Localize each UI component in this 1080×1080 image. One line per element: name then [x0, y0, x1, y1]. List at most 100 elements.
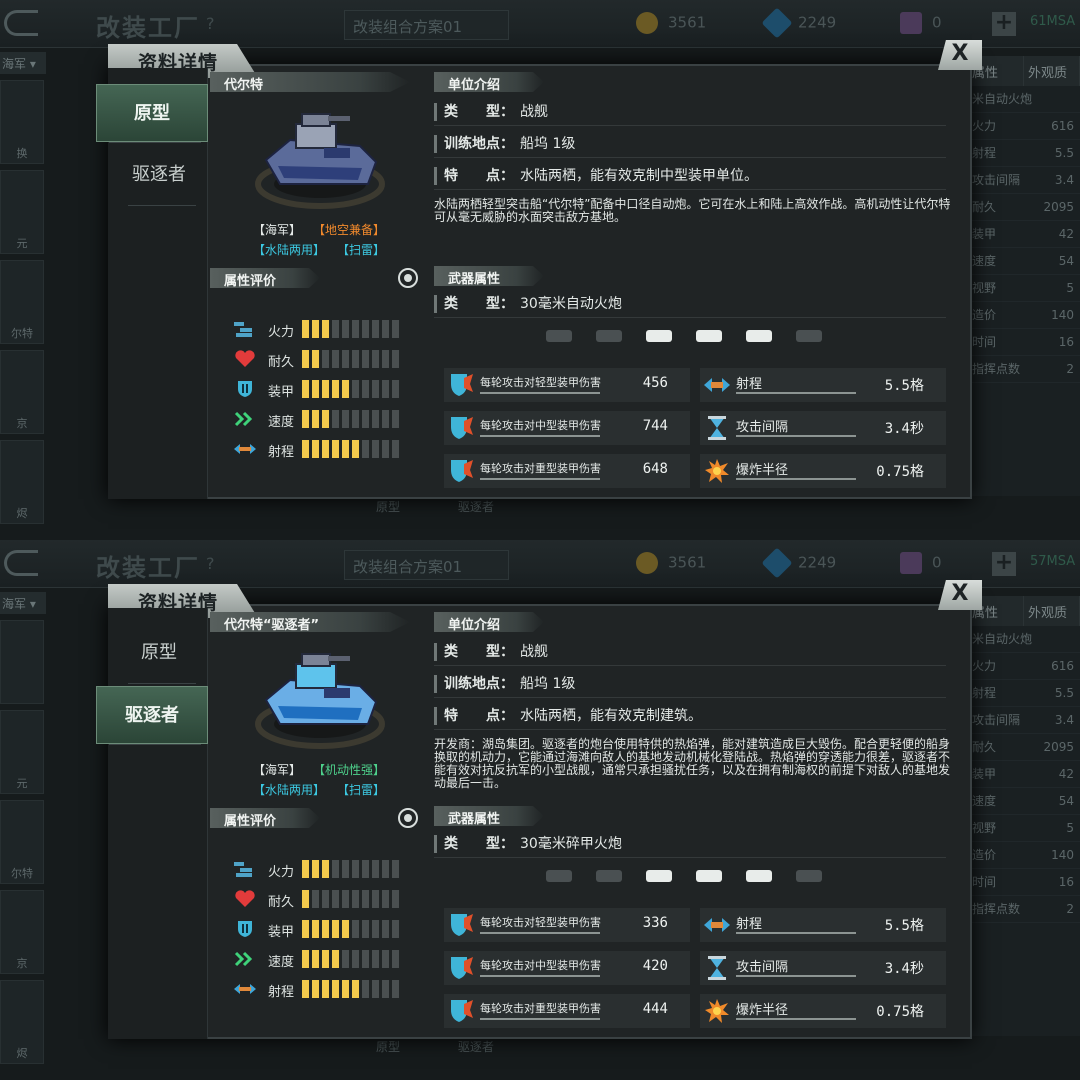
- page-title: 改装工厂: [96, 554, 200, 582]
- unit-list-item[interactable]: 元: [0, 710, 44, 794]
- card-icon: [900, 12, 922, 34]
- rating-bar-segment: [312, 380, 319, 398]
- helicopter-icon: [646, 870, 672, 882]
- close-button[interactable]: X: [938, 580, 982, 610]
- weapon-stat-value: 336: [642, 915, 668, 931]
- rating-bar-segment: [372, 860, 379, 878]
- shield-icon: [234, 380, 256, 398]
- back-icon[interactable]: [4, 10, 38, 36]
- rating-bar-segment: [342, 440, 349, 458]
- tab-destroyer[interactable]: 驱逐者: [116, 146, 202, 206]
- refresh-icon[interactable]: [398, 268, 418, 288]
- sidebar-stat-value: 54: [1058, 254, 1074, 268]
- rating-bar-segment: [362, 410, 369, 428]
- unit-list-item[interactable]: 尔特: [0, 260, 44, 344]
- scheme-selector[interactable]: 改装组合方案01: [344, 10, 509, 40]
- sidebar-stat-label: 装甲: [972, 227, 997, 241]
- rating-bar-segment: [322, 440, 329, 458]
- tab-appearance[interactable]: 外观质: [1024, 56, 1080, 86]
- stat-underline: [736, 392, 856, 394]
- intro-label: 类 型：: [444, 644, 514, 660]
- rating-bar-segment: [332, 950, 339, 968]
- rating-bar-segment: [342, 380, 349, 398]
- sidebar-stat-list: 米自动火炮 火力 616 射程 5.5 攻击间隔 3.4 耐久 2095 装甲 42 速度 54 视野 5 造…: [968, 626, 1080, 923]
- variant-tabs: 原型 驱逐者: [96, 608, 208, 1039]
- unit-list: 元尔特京烬: [0, 620, 44, 1080]
- top-bar: 改装工厂 ? 改装组合方案01 3561 2249 0 + 57MSA: [0, 540, 1080, 588]
- sidebar-stat-value: 16: [1058, 875, 1074, 889]
- rating-bar-segment: [382, 380, 389, 398]
- sidebar-stat-row: 造价 140: [968, 302, 1080, 329]
- scheme-selector[interactable]: 改装组合方案01: [344, 550, 509, 580]
- intro-row: 类 型： 战舰: [434, 638, 946, 666]
- faction-filter[interactable]: 海军 ▾: [0, 52, 46, 74]
- player-id: 57MSA: [1030, 554, 1076, 569]
- intro-value: 战舰: [520, 104, 548, 120]
- add-resource-button[interactable]: +: [992, 12, 1016, 36]
- rating-bar-segment: [392, 320, 399, 338]
- weapon-stat-name: 攻击间隔: [736, 420, 789, 435]
- sidebar-stat-value: 5.5: [1054, 686, 1074, 700]
- armor-damage-icon: [451, 374, 473, 396]
- rating-bar-segment: [382, 410, 389, 428]
- attr-header: 属性评价: [210, 808, 320, 828]
- intro-value: 水陆两栖，能有效克制中型装甲单位。: [520, 168, 758, 184]
- rating-bar-segment: [302, 950, 309, 968]
- unit-list-item[interactable]: 烬: [0, 980, 44, 1064]
- rating-bar: [302, 920, 399, 938]
- unit-list-item[interactable]: 京: [0, 350, 44, 434]
- stat-underline: [480, 1018, 600, 1020]
- tab-prototype[interactable]: 原型: [116, 624, 202, 684]
- gem-value: 2249: [798, 553, 837, 572]
- stat-underline: [736, 932, 856, 934]
- info-panel: 单位介绍 类 型： 战舰 训练地点： 船坞 1级特 点： 水陆两栖，能有效克制建筑。 开…: [430, 608, 970, 1039]
- sidebar-stat-row: 视野 5: [968, 815, 1080, 842]
- tab-appearance[interactable]: 外观质: [1024, 596, 1080, 626]
- unit-list-item[interactable]: 换: [0, 80, 44, 164]
- unit-list-item[interactable]: 京: [0, 890, 44, 974]
- jet-icon: [546, 330, 572, 342]
- back-icon[interactable]: [4, 550, 38, 576]
- unit-name: 代尔特“驱逐者”: [210, 612, 410, 632]
- rating-bar-segment: [312, 350, 319, 368]
- rating-bar-segment: [382, 950, 389, 968]
- unit-list-item[interactable]: 尔特: [0, 800, 44, 884]
- range-arrow-icon: [704, 918, 730, 932]
- intro-row: 特 点： 水陆两栖，能有效克制中型装甲单位。: [434, 162, 946, 190]
- tab-prototype[interactable]: 原型: [96, 84, 208, 143]
- attribute-label: 装甲: [268, 925, 295, 940]
- unit-list-item[interactable]: 烬: [0, 440, 44, 524]
- intro-label: 特 点：: [444, 708, 514, 724]
- unit-list-item[interactable]: [0, 620, 44, 704]
- rating-bar-segment: [312, 440, 319, 458]
- tab-destroyer[interactable]: 驱逐者: [96, 686, 208, 745]
- refresh-icon[interactable]: [398, 808, 418, 828]
- rating-bar: [302, 890, 399, 908]
- unit-list-item[interactable]: 元: [0, 170, 44, 254]
- variant-tabs: 原型 驱逐者: [96, 68, 208, 499]
- sidebar-stat-value: 54: [1058, 794, 1074, 808]
- intro-value: 水陆两栖，能有效克制建筑。: [520, 708, 702, 724]
- sidebar-stat-label: 米自动火炮: [972, 92, 1033, 106]
- rating-bar-segment: [312, 920, 319, 938]
- armor-damage-icon: [451, 1000, 473, 1022]
- player-id: 61MSA: [1030, 14, 1076, 29]
- sidebar-stat-row: 火力 616: [968, 113, 1080, 140]
- screen-destroyer: 改装工厂 ? 改装组合方案01 3561 2249 0 + 57MSA 海军 ▾…: [0, 540, 1080, 1080]
- help-icon[interactable]: ?: [206, 14, 215, 33]
- info-panel: 单位介绍 类 型： 战舰 训练地点： 船坞 1级特 点： 水陆两栖，能有效克制中型装甲单…: [430, 68, 970, 499]
- weapon-stat-value: 0.75格: [876, 1004, 924, 1020]
- attribute-label: 耐久: [268, 355, 295, 370]
- weapon-stat-name: 爆炸半径: [736, 1003, 789, 1018]
- add-resource-button[interactable]: +: [992, 552, 1016, 576]
- rating-bar-segment: [362, 440, 369, 458]
- close-button[interactable]: X: [938, 40, 982, 70]
- rating-bar-segment: [392, 980, 399, 998]
- faction-filter[interactable]: 海军 ▾: [0, 592, 46, 614]
- help-icon[interactable]: ?: [206, 554, 215, 573]
- weapon-stat-value: 456: [642, 375, 668, 391]
- rating-bar-segment: [362, 980, 369, 998]
- rating-bar-segment: [382, 890, 389, 908]
- sidebar-stat-label: 火力: [972, 119, 997, 133]
- shield-icon: [234, 920, 256, 938]
